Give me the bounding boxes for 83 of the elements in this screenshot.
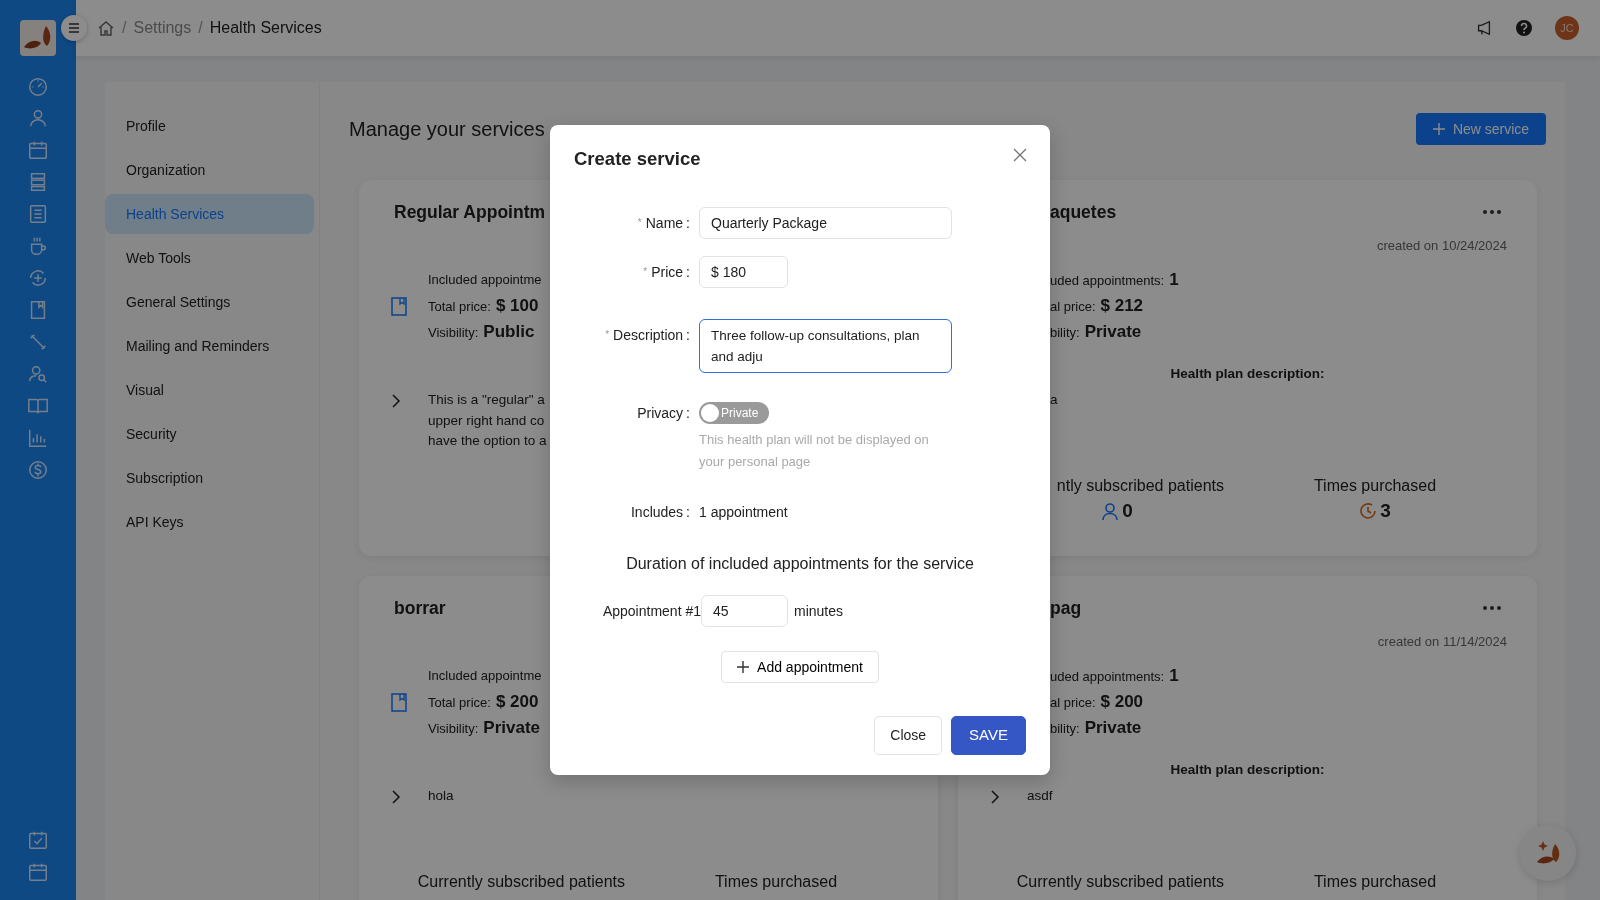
page-title: Manage your services bbox=[349, 117, 545, 142]
info-label: al price: bbox=[1050, 694, 1096, 712]
settings-menu-item[interactable]: Visual bbox=[105, 370, 314, 410]
field-label: Price bbox=[651, 264, 684, 280]
description-heading: Health plan description: bbox=[1169, 761, 1326, 779]
info-value: $ 100 bbox=[495, 295, 539, 317]
info-label: Visibility: bbox=[428, 324, 479, 342]
purchases-label: Times purchased bbox=[1312, 476, 1438, 496]
breadcrumb-separator: / bbox=[122, 18, 127, 38]
description-heading: Health plan description: bbox=[1169, 365, 1326, 383]
close-button[interactable]: Close bbox=[874, 716, 943, 755]
unit-label: minutes bbox=[794, 602, 844, 621]
info-value: Private bbox=[1084, 717, 1142, 739]
text-field[interactable]: Quarterly Package bbox=[699, 207, 952, 239]
created-date: created on 11/14/2024 bbox=[1376, 633, 1508, 651]
info-label: bility: bbox=[1050, 720, 1080, 738]
patients-label: Currently subscribed patients bbox=[416, 872, 625, 892]
settings-menu-item[interactable]: Profile bbox=[105, 106, 314, 146]
info-value: Private bbox=[483, 717, 541, 739]
info-label: Included appointme bbox=[428, 271, 542, 289]
card-title: Regular Appointm bbox=[393, 201, 545, 224]
field-label: Includes bbox=[630, 504, 684, 520]
help-text: This health plan will not be displayed on your personal page bbox=[699, 431, 930, 471]
settings-menu-item[interactable]: Mailing and Reminders bbox=[105, 326, 314, 366]
settings-menu-item[interactable]: API Keys bbox=[105, 502, 314, 542]
settings-menu-item[interactable]: Security bbox=[105, 414, 314, 454]
label-colon: : bbox=[686, 264, 690, 280]
appointment-label: Appointment #1 bbox=[601, 602, 701, 621]
purchases-label: Times purchased bbox=[1312, 872, 1438, 892]
section-heading: Duration of included appointments for the service bbox=[625, 554, 975, 574]
info-label: uded appointments: bbox=[1050, 668, 1165, 686]
field-value: 1 appointment bbox=[699, 503, 788, 522]
info-value: Public bbox=[483, 321, 535, 343]
add-appointment-button[interactable]: Add appointment bbox=[721, 651, 879, 683]
info-label: Visibility: bbox=[428, 720, 479, 738]
label-colon: : bbox=[686, 405, 690, 421]
created-date: created on 10/24/2024 bbox=[1375, 237, 1508, 255]
field-label: Name bbox=[645, 215, 684, 231]
patients-label: Currently subscribed patients bbox=[1015, 872, 1224, 892]
description-text: a bbox=[1050, 391, 1058, 409]
label-colon: : bbox=[686, 215, 690, 231]
label-colon: : bbox=[686, 504, 690, 520]
card-title: pag bbox=[1049, 597, 1082, 620]
new-service-button[interactable]: New service bbox=[1416, 113, 1546, 145]
info-label: Total price: bbox=[428, 298, 491, 316]
stat-value: 3 bbox=[1380, 500, 1391, 522]
info-label: al price: bbox=[1050, 298, 1096, 316]
info-label: uded appointments: bbox=[1050, 272, 1165, 290]
required-mark: * bbox=[637, 217, 642, 228]
duration-field[interactable]: 45 bbox=[701, 595, 788, 627]
info-value: 1 bbox=[1169, 665, 1179, 687]
price-field[interactable]: $ 180 bbox=[699, 256, 788, 288]
settings-menu-item[interactable]: Web Tools bbox=[105, 238, 314, 278]
description-field[interactable]: Three follow-up consultations, plan and adju bbox=[699, 319, 952, 373]
dialog-title: Create service bbox=[574, 147, 701, 171]
save-button[interactable]: SAVE bbox=[951, 716, 1026, 755]
info-label: Included appointme bbox=[428, 667, 542, 685]
required-mark: * bbox=[643, 266, 648, 277]
settings-menu-item[interactable]: Organization bbox=[105, 150, 314, 190]
purchases-label: Times purchased bbox=[713, 872, 839, 892]
settings-menu-item[interactable]: General Settings bbox=[105, 282, 314, 322]
info-value: $ 200 bbox=[495, 691, 539, 713]
patients-label: ntly subscribed patients bbox=[1055, 476, 1224, 496]
info-value: $ 200 bbox=[1100, 691, 1144, 713]
info-value: 1 bbox=[1169, 269, 1179, 291]
breadcrumb-current: Health Services bbox=[209, 18, 322, 38]
info-label: bility: bbox=[1050, 324, 1080, 342]
field-label: Description bbox=[613, 327, 684, 343]
privacy-toggle[interactable]: Private bbox=[699, 402, 769, 424]
info-value: $ 212 bbox=[1100, 295, 1144, 317]
info-label: Total price: bbox=[428, 694, 491, 712]
description-text: hola bbox=[428, 787, 454, 805]
settings-menu-item[interactable]: Subscription bbox=[105, 458, 314, 498]
breadcrumb-separator: / bbox=[198, 18, 203, 38]
label-colon: : bbox=[686, 327, 690, 343]
description-text: This is a "regular" a upper right hand co have the option to a bbox=[428, 391, 547, 450]
stat-value: 0 bbox=[1122, 500, 1133, 522]
card-title: borrar bbox=[393, 597, 446, 620]
info-value: Private bbox=[1084, 321, 1142, 343]
card-title: aquetes bbox=[1049, 201, 1117, 224]
description-text: asdf bbox=[1027, 787, 1053, 805]
field-label: Privacy bbox=[637, 405, 684, 421]
required-mark: * bbox=[605, 329, 610, 340]
